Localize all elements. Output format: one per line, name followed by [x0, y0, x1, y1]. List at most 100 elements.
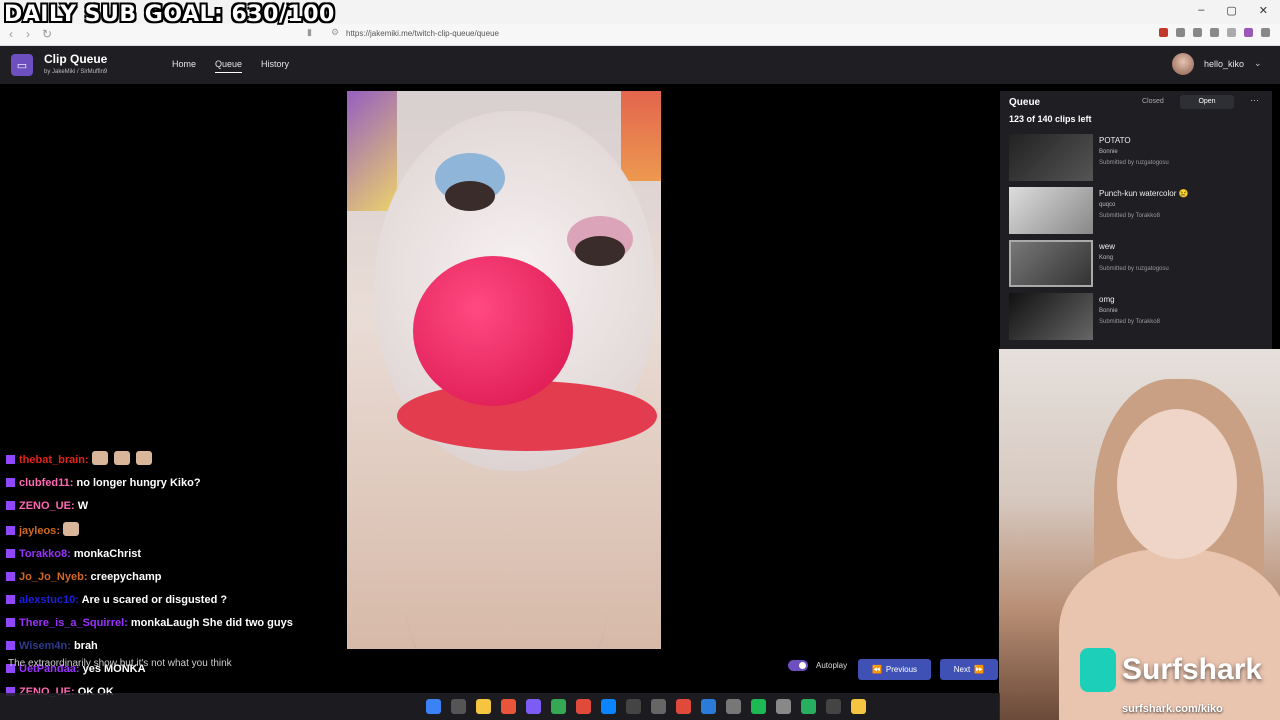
- app-icon[interactable]: [576, 699, 591, 714]
- previous-label: Previous: [885, 665, 918, 674]
- sponsor-brand: Surfshark: [1080, 648, 1262, 692]
- chat-message: Wisem4n: brah: [6, 639, 326, 654]
- chat-username[interactable]: alexstuc10: [19, 594, 75, 606]
- app-icon[interactable]: [726, 699, 741, 714]
- next-button[interactable]: Next ⏩: [940, 659, 998, 680]
- chrome-icon[interactable]: [551, 699, 566, 714]
- refresh-icon[interactable]: ↻: [42, 27, 52, 41]
- clip-caption: The extraordinarily show but it's not wh…: [8, 658, 232, 669]
- maximize-icon[interactable]: ▢: [1226, 4, 1236, 17]
- extension-icon[interactable]: [1227, 28, 1236, 37]
- chat-message: thebat_brain:: [6, 451, 326, 468]
- forward-icon[interactable]: ›: [26, 27, 30, 41]
- app-icon[interactable]: [776, 699, 791, 714]
- site-info-icon[interactable]: ⚙: [331, 27, 339, 38]
- app-icon[interactable]: [626, 699, 641, 714]
- avatar[interactable]: [1172, 53, 1194, 75]
- chat-emote-icon: [91, 451, 108, 465]
- clip-submitter: Submitted by Torakko8: [1099, 319, 1160, 325]
- chat-text: W: [77, 500, 89, 512]
- chevron-down-icon[interactable]: ⌄: [1254, 58, 1262, 69]
- clip-title: POTATO: [1099, 136, 1131, 145]
- app-icon[interactable]: [676, 699, 691, 714]
- queue-panel: Queue 123 of 140 clips left Closed Open …: [1000, 91, 1272, 349]
- app-header: ▭ Clip Queue by JakeMiki / SirMuffin9 Ho…: [0, 46, 1280, 84]
- clip-channel: quqco: [1099, 202, 1116, 208]
- address-bar-row: ‹ › ↻ ▮ ⚙ https://jakemiki.me/twitch-cli…: [0, 24, 1280, 46]
- edge-icon[interactable]: [601, 699, 616, 714]
- spotify-icon[interactable]: [751, 699, 766, 714]
- chat-badge-icon: [6, 478, 15, 487]
- clip-thumbnail[interactable]: [1009, 187, 1093, 234]
- chat-message: clubfed11: no longer hungry Kiko?: [6, 476, 326, 491]
- more-options-icon[interactable]: ⋯: [1250, 95, 1259, 106]
- autoplay-label: Autoplay: [816, 661, 848, 670]
- close-icon[interactable]: ✕: [1259, 4, 1268, 17]
- app-icon[interactable]: [801, 699, 816, 714]
- chat-username[interactable]: Torakko8: [19, 548, 67, 560]
- start-icon[interactable]: [426, 699, 441, 714]
- queue-clip-item[interactable]: POTATO Bonnie Submitted by ruzgatogosu: [1009, 134, 1265, 182]
- chat-text: no longer hungry Kiko?: [76, 477, 201, 489]
- extension-icon[interactable]: [1193, 28, 1202, 37]
- clip-thumbnail[interactable]: [1009, 240, 1093, 287]
- clip-video[interactable]: [347, 91, 661, 649]
- chat-badge-icon: [6, 618, 15, 627]
- app-icon[interactable]: [701, 699, 716, 714]
- nav-history[interactable]: History: [261, 59, 289, 69]
- clip-thumbnail[interactable]: [1009, 293, 1093, 340]
- user-name[interactable]: hello_kiko: [1204, 59, 1244, 69]
- chat-badge-icon: [6, 526, 15, 535]
- autoplay-toggle[interactable]: [788, 660, 808, 671]
- back-icon[interactable]: ‹: [9, 27, 13, 41]
- chat-text: creepychamp: [90, 571, 162, 583]
- clip-submitter: Submitted by Torakko8: [1099, 213, 1160, 219]
- discord-icon[interactable]: [526, 699, 541, 714]
- queue-closed-toggle[interactable]: Closed: [1142, 98, 1164, 105]
- nav-queue[interactable]: Queue: [215, 59, 243, 73]
- queue-clip-item[interactable]: wew Kong Submitted by ruzgatogosu: [1009, 240, 1265, 288]
- minimize-icon[interactable]: –: [1198, 4, 1204, 17]
- chat-message: Jo_Jo_Nyeb: creepychamp: [6, 570, 326, 585]
- profile-icon[interactable]: [1244, 28, 1253, 37]
- video-frame-detail: [347, 91, 397, 211]
- chat-username[interactable]: thebat_brain: [19, 454, 85, 466]
- chat-username[interactable]: Wisem4n: [19, 640, 67, 652]
- extension-icon[interactable]: [1210, 28, 1219, 37]
- clip-title: omg: [1099, 295, 1115, 304]
- clip-thumbnail[interactable]: [1009, 134, 1093, 181]
- chat-badge-icon: [6, 501, 15, 510]
- bookmark-icon[interactable]: ▮: [307, 27, 312, 38]
- video-frame-detail: [407, 521, 607, 649]
- sub-goal-overlay: DAILY SUB GOAL: 630/100: [4, 2, 335, 27]
- url-field[interactable]: https://jakemiki.me/twitch-clip-queue/qu…: [346, 29, 499, 38]
- chat-username[interactable]: There_is_a_Squirrel: [19, 617, 124, 629]
- chat-username[interactable]: Jo_Jo_Nyeb: [19, 571, 84, 583]
- file-explorer-icon[interactable]: [476, 699, 491, 714]
- queue-clip-item[interactable]: Punch-kun watercolor 😢 quqco Submitted b…: [1009, 187, 1265, 235]
- obs-icon[interactable]: [851, 699, 866, 714]
- chat-badge-icon: [6, 595, 15, 604]
- queue-clip-item[interactable]: omg Bonnie Submitted by Torakko8: [1009, 293, 1265, 341]
- chat-username[interactable]: ZENO_UE: [19, 500, 71, 512]
- task-view-icon[interactable]: [451, 699, 466, 714]
- extension-icon[interactable]: [1176, 28, 1185, 37]
- brave-icon[interactable]: [501, 699, 516, 714]
- taskbar: [0, 693, 1000, 720]
- clip-queue-logo-icon: ▭: [11, 54, 33, 76]
- menu-icon[interactable]: [1261, 28, 1270, 37]
- previous-button[interactable]: ⏪ Previous: [858, 659, 931, 680]
- chat-emote-icon: [63, 522, 80, 536]
- extension-icon[interactable]: [1159, 28, 1168, 37]
- chat-message: There_is_a_Squirrel: monkaLaugh She did …: [6, 616, 326, 631]
- chat-badge-icon: [6, 549, 15, 558]
- queue-open-toggle[interactable]: Open: [1180, 95, 1234, 109]
- chat-username[interactable]: jayleos: [19, 525, 56, 537]
- webcam-detail: [1117, 409, 1237, 559]
- app-icon[interactable]: [651, 699, 666, 714]
- chat-overlay: thebat_brain: clubfed11: no longer hungr…: [6, 451, 326, 708]
- extension-icons: [1159, 28, 1270, 37]
- terminal-icon[interactable]: [826, 699, 841, 714]
- chat-username[interactable]: clubfed11: [19, 477, 70, 489]
- nav-home[interactable]: Home: [172, 59, 196, 69]
